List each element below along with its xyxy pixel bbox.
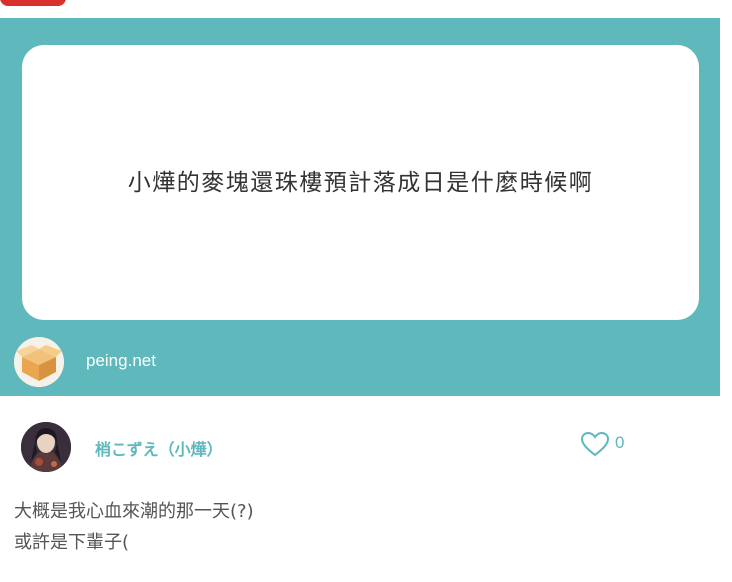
user-avatar-icon[interactable] (21, 422, 71, 472)
heart-outline-icon (580, 431, 610, 461)
cardboard-box-icon (14, 337, 64, 387)
answer-line: 大概是我心血來潮的那一天(?) (14, 501, 254, 522)
question-card: 小燁的麥塊還珠樓預計落成日是什麼時候啊 (22, 45, 699, 320)
like-button[interactable]: 0 (580, 431, 624, 461)
answer-section: 梢こずえ（小燁） 0 大概是我心血來潮的那一天(?) 或許是下輩子( (0, 396, 732, 582)
brand-domain[interactable]: peing.net (86, 351, 156, 371)
like-count: 0 (615, 433, 625, 452)
answer-line: 或許是下輩子( (14, 532, 130, 553)
user-name[interactable]: 梢こずえ（小燁） (95, 436, 223, 460)
answer-page: 小燁的麥塊還珠樓預計落成日是什麼時候啊 peing.net 梢こずえ（小燁） 0… (0, 0, 732, 582)
answer-body: 大概是我心血來潮的那一天(?) 或許是下輩子( (14, 496, 254, 558)
question-text: 小燁的麥塊還珠樓預計落成日是什麼時候啊 (127, 169, 594, 196)
question-card-panel: 小燁的麥塊還珠樓預計落成日是什麼時候啊 peing.net (0, 18, 720, 396)
top-red-tab[interactable] (0, 0, 66, 6)
